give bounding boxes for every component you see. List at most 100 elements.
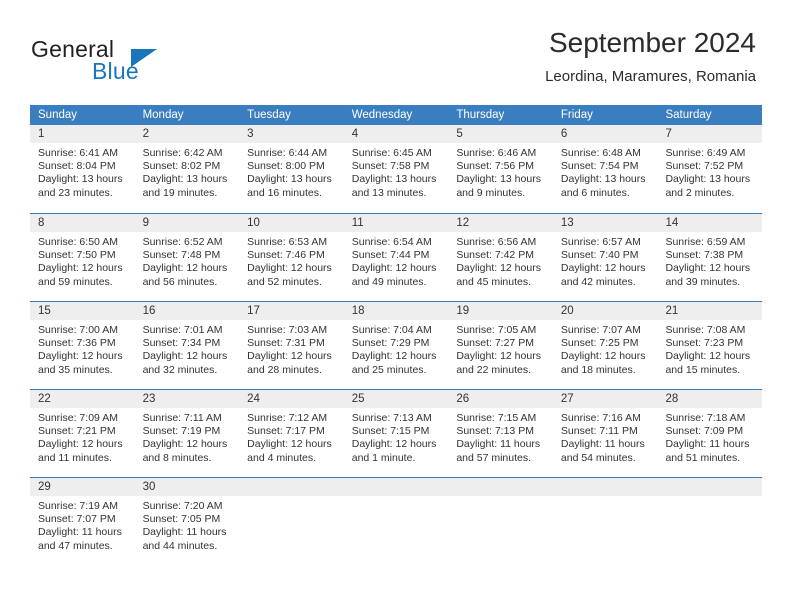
sunset-text: Sunset: 7:58 PM (351, 160, 430, 173)
day-cell[interactable]: 19 Sunrise: 7:05 AM Sunset: 7:27 PM Dayl… (448, 302, 553, 389)
sunset-text: Sunset: 7:36 PM (38, 337, 116, 350)
day-cell[interactable]: 1 Sunrise: 6:41 AM Sunset: 8:04 PM Dayli… (30, 125, 135, 213)
daylight-text-line1: Daylight: 12 hours (38, 438, 123, 451)
daylight-text-line1: Daylight: 12 hours (560, 262, 646, 275)
sunrise-text: Sunrise: 6:59 AM (665, 236, 746, 248)
daylight-text-line2: and 28 minutes. (247, 363, 322, 376)
day-cell[interactable]: 12 Sunrise: 6:56 AM Sunset: 7:42 PM Dayl… (448, 214, 553, 301)
daylight-text-line2: and 42 minutes. (560, 275, 636, 288)
day-number: 7 (657, 125, 763, 143)
sunset-text: Sunset: 7:13 PM (456, 425, 534, 438)
day-details: Sunrise: 7:16 AM Sunset: 7:11 PM Dayligh… (553, 408, 658, 465)
day-number: 6 (552, 125, 658, 143)
daylight-text-line2: and 25 minutes. (351, 363, 427, 376)
week-row: 1 Sunrise: 6:41 AM Sunset: 8:04 PM Dayli… (30, 125, 763, 213)
day-cell[interactable]: 17 Sunrise: 7:03 AM Sunset: 7:31 PM Dayl… (239, 302, 344, 389)
daylight-text-line2: and 6 minutes. (560, 186, 630, 199)
day-details: Sunrise: 7:11 AM Sunset: 7:19 PM Dayligh… (135, 408, 240, 465)
day-cell[interactable]: 24 Sunrise: 7:12 AM Sunset: 7:17 PM Dayl… (239, 390, 344, 477)
sunset-text: Sunset: 7:50 PM (38, 249, 116, 262)
sunrise-text: Sunrise: 6:45 AM (351, 147, 432, 159)
day-cell[interactable]: 29 Sunrise: 7:19 AM Sunset: 7:07 PM Dayl… (30, 478, 135, 565)
day-number: 9 (134, 214, 240, 232)
day-cell[interactable]: 30 Sunrise: 7:20 AM Sunset: 7:05 PM Dayl… (134, 478, 240, 565)
day-number: 27 (552, 390, 658, 408)
day-cell[interactable]: 13 Sunrise: 6:57 AM Sunset: 7:40 PM Dayl… (552, 214, 658, 301)
sunset-text: Sunset: 7:17 PM (247, 425, 325, 438)
day-details: Sunrise: 6:56 AM Sunset: 7:42 PM Dayligh… (448, 232, 553, 289)
day-cell[interactable]: 10 Sunrise: 6:53 AM Sunset: 7:46 PM Dayl… (239, 214, 344, 301)
sunrise-text: Sunrise: 7:05 AM (456, 324, 537, 336)
day-details: Sunrise: 7:07 AM Sunset: 7:25 PM Dayligh… (553, 320, 658, 377)
day-details: Sunrise: 6:59 AM Sunset: 7:38 PM Dayligh… (657, 232, 762, 289)
day-number: 22 (30, 390, 135, 408)
daylight-text-line2: and 8 minutes. (142, 451, 212, 464)
daylight-text-line2: and 1 minute. (351, 451, 416, 464)
day-cell[interactable]: 28 Sunrise: 7:18 AM Sunset: 7:09 PM Dayl… (657, 390, 763, 477)
daylight-text-line2: and 13 minutes. (351, 186, 427, 199)
day-details: Sunrise: 6:57 AM Sunset: 7:40 PM Dayligh… (553, 232, 658, 289)
day-cell[interactable]: 27 Sunrise: 7:16 AM Sunset: 7:11 PM Dayl… (552, 390, 658, 477)
day-cell[interactable]: 22 Sunrise: 7:09 AM Sunset: 7:21 PM Dayl… (30, 390, 135, 477)
sunset-text: Sunset: 7:44 PM (351, 249, 430, 262)
day-cell[interactable]: 21 Sunrise: 7:08 AM Sunset: 7:23 PM Dayl… (657, 302, 763, 389)
day-cell[interactable]: 25 Sunrise: 7:13 AM Sunset: 7:15 PM Dayl… (343, 390, 449, 477)
sunrise-text: Sunrise: 6:49 AM (665, 147, 746, 159)
day-cell[interactable]: 18 Sunrise: 7:04 AM Sunset: 7:29 PM Dayl… (343, 302, 449, 389)
daylight-text-line1: Daylight: 12 hours (456, 350, 541, 363)
weekday-sunday: Sunday (38, 109, 78, 121)
sunset-text: Sunset: 7:21 PM (38, 425, 116, 438)
daylight-text-line1: Daylight: 12 hours (560, 350, 646, 363)
weekday-monday: Monday (142, 109, 184, 121)
day-cell[interactable]: 3 Sunrise: 6:44 AM Sunset: 8:00 PM Dayli… (239, 125, 344, 213)
day-number: 13 (552, 214, 658, 232)
sunset-text: Sunset: 7:11 PM (560, 425, 638, 438)
day-number (343, 478, 449, 496)
daylight-text-line1: Daylight: 12 hours (142, 350, 228, 363)
day-cell[interactable]: 20 Sunrise: 7:07 AM Sunset: 7:25 PM Dayl… (552, 302, 658, 389)
day-cell[interactable]: 9 Sunrise: 6:52 AM Sunset: 7:48 PM Dayli… (134, 214, 240, 301)
day-number: 18 (343, 302, 449, 320)
day-number: 24 (239, 390, 344, 408)
sunset-text: Sunset: 7:42 PM (456, 249, 534, 262)
day-cell[interactable]: 5 Sunrise: 6:46 AM Sunset: 7:56 PM Dayli… (448, 125, 553, 213)
day-details: Sunrise: 7:09 AM Sunset: 7:21 PM Dayligh… (30, 408, 135, 465)
sunrise-text: Sunrise: 7:11 AM (142, 412, 222, 424)
daylight-text-line1: Daylight: 11 hours (560, 438, 645, 451)
daylight-text-line1: Daylight: 12 hours (38, 350, 123, 363)
day-cell[interactable]: 15 Sunrise: 7:00 AM Sunset: 7:36 PM Dayl… (30, 302, 135, 389)
daylight-text-line1: Daylight: 12 hours (665, 350, 751, 363)
day-details: Sunrise: 6:49 AM Sunset: 7:52 PM Dayligh… (657, 143, 762, 200)
sunrise-text: Sunrise: 6:56 AM (456, 236, 537, 248)
day-cell[interactable]: 16 Sunrise: 7:01 AM Sunset: 7:34 PM Dayl… (134, 302, 240, 389)
day-cell[interactable]: 2 Sunrise: 6:42 AM Sunset: 8:02 PM Dayli… (134, 125, 240, 213)
day-cell[interactable]: 11 Sunrise: 6:54 AM Sunset: 7:44 PM Dayl… (343, 214, 449, 301)
day-cell[interactable]: 26 Sunrise: 7:15 AM Sunset: 7:13 PM Dayl… (448, 390, 553, 477)
day-cell[interactable]: 4 Sunrise: 6:45 AM Sunset: 7:58 PM Dayli… (343, 125, 449, 213)
day-cell[interactable]: 6 Sunrise: 6:48 AM Sunset: 7:54 PM Dayli… (552, 125, 658, 213)
day-cell[interactable]: 8 Sunrise: 6:50 AM Sunset: 7:50 PM Dayli… (30, 214, 135, 301)
daylight-text-line1: Daylight: 13 hours (560, 173, 646, 186)
day-cell[interactable]: 7 Sunrise: 6:49 AM Sunset: 7:52 PM Dayli… (657, 125, 763, 213)
sunset-text: Sunset: 7:38 PM (665, 249, 744, 262)
page-header: General Blue September 2024 Leordina, Ma… (0, 0, 792, 100)
sunset-text: Sunset: 7:09 PM (665, 425, 744, 438)
sunset-text: Sunset: 8:02 PM (142, 160, 221, 173)
calendar-grid: Sunday Monday Tuesday Wednesday Thursday… (30, 105, 763, 565)
daylight-text-line1: Daylight: 11 hours (142, 526, 227, 539)
weekday-thursday: Thursday (456, 109, 505, 121)
daylight-text-line2: and 39 minutes. (665, 275, 741, 288)
weekday-wednesday: Wednesday (351, 109, 413, 121)
day-cell[interactable]: 23 Sunrise: 7:11 AM Sunset: 7:19 PM Dayl… (134, 390, 240, 477)
day-number: 17 (239, 302, 344, 320)
sunrise-text: Sunrise: 7:04 AM (351, 324, 432, 336)
daylight-text-line2: and 2 minutes. (665, 186, 735, 199)
daylight-text-line2: and 51 minutes. (665, 451, 741, 464)
daylight-text-line2: and 47 minutes. (38, 539, 113, 552)
day-cell-empty (239, 478, 344, 565)
daylight-text-line2: and 56 minutes. (142, 275, 218, 288)
sunrise-text: Sunrise: 7:19 AM (38, 500, 118, 512)
day-cell[interactable]: 14 Sunrise: 6:59 AM Sunset: 7:38 PM Dayl… (657, 214, 763, 301)
sunset-text: Sunset: 7:29 PM (351, 337, 430, 350)
week-row: 15 Sunrise: 7:00 AM Sunset: 7:36 PM Dayl… (30, 301, 763, 389)
